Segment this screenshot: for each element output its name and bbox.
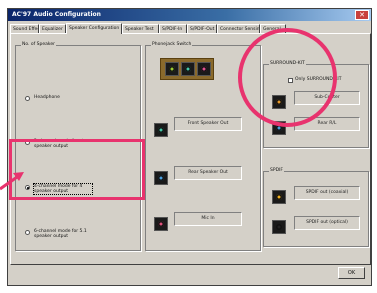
speaker-count-group-label: No. of Speaker (21, 42, 56, 47)
phonejack-switch-group: Phonejack Switch Front Speaker Out Rear … (145, 42, 261, 251)
spdif-coaxial-field: SPDIF out (coaxial) (294, 186, 360, 200)
tab-equalizer[interactable]: Equalizer (39, 24, 66, 33)
front-speaker-out-field: Front Speaker Out (174, 117, 242, 131)
checkbox-label: Only SURROUND-KIT (295, 77, 342, 82)
title-bar: AC'97 Audio Configuration ✕ (8, 9, 371, 21)
rear-rl-jack-icon (272, 121, 286, 135)
option-label: 6-channel mode for 5.1 speaker output (34, 229, 87, 239)
rear-speaker-out-field: Rear Speaker Out (174, 166, 242, 180)
connector-panel-illustration (160, 58, 214, 80)
radio-button-selected[interactable] (25, 185, 30, 190)
option-label: 2-channel mode for stereo speaker output (34, 139, 94, 149)
spdif-optical-field: SPDIF out (optical) (294, 216, 360, 230)
ok-button[interactable]: OK (338, 267, 365, 279)
surround-kit-group: SURROUND-KIT Only SURROUND-KIT Sub-Cente… (263, 61, 369, 148)
phonejack-switch-group-label: Phonejack Switch (151, 42, 193, 47)
spdif-group: SPDIF SPDIF out (coaxial) SPDIF out (opt… (263, 168, 369, 247)
tab-spdif-in[interactable]: S/PDIF-In (159, 24, 187, 33)
tab-speaker-test[interactable]: Speaker Test (122, 24, 159, 33)
close-button[interactable]: ✕ (355, 10, 369, 20)
teal-jack-icon (181, 62, 195, 76)
rear-rl-field: Rear R/L (294, 117, 360, 131)
mic-jack-icon (154, 217, 168, 231)
audio-config-window: AC'97 Audio Configuration ✕ Sound Effect… (7, 8, 372, 286)
window-title: AC'97 Audio Configuration (12, 11, 101, 18)
pink-jack-icon (197, 62, 211, 76)
front-jack-icon (154, 123, 168, 137)
surround-kit-group-label: SURROUND-KIT (269, 61, 306, 66)
sub-center-field: Sub-Center (294, 91, 360, 105)
speaker-count-group: No. of Speaker Headphone 2-channel mode … (15, 42, 141, 251)
tab-spdif-out[interactable]: S/PDIF-Out (187, 24, 217, 33)
radio-button[interactable] (25, 230, 30, 235)
tab-speaker-configuration[interactable]: Speaker Configuration (66, 23, 122, 34)
speaker-configuration-panel: No. of Speaker Headphone 2-channel mode … (10, 33, 371, 265)
radio-button[interactable] (25, 140, 30, 145)
coaxial-jack-icon (272, 190, 286, 204)
green-jack-icon (165, 62, 179, 76)
tab-sound-effect[interactable]: Sound Effect (10, 24, 39, 33)
tab-general[interactable]: General (260, 24, 286, 33)
mic-in-field: Mic In (174, 212, 242, 226)
sub-center-jack-icon (272, 95, 286, 109)
tab-connector-sensing[interactable]: Connector Sensing (217, 24, 260, 33)
spdif-group-label: SPDIF (269, 168, 284, 173)
option-label: Headphone (34, 95, 60, 100)
option-label: 4-channel mode for 4 speaker output (33, 183, 93, 195)
radio-button[interactable] (25, 96, 30, 101)
rear-jack-icon (154, 171, 168, 185)
checkbox[interactable] (288, 78, 293, 83)
optical-jack-icon (272, 220, 286, 234)
